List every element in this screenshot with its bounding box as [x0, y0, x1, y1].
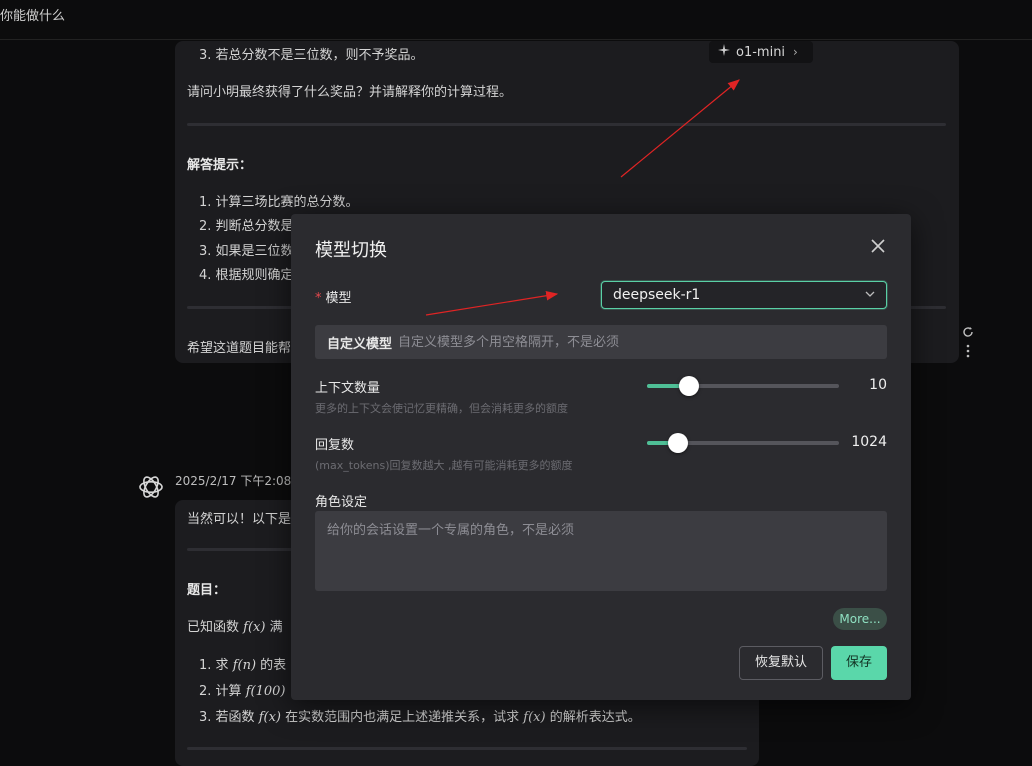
question-text: 请问小明最终获得了什么奖品？并请解释你的计算过程。 [187, 85, 513, 100]
custom-model-field[interactable]: 自定义模型 [315, 325, 887, 359]
step-3: 3. 如果是三位数 [199, 244, 294, 259]
slider-handle[interactable] [679, 376, 700, 396]
question-3: 3. 若函数 f(x) 在实数范围内也满足上述递推关系，试求 f(x) 的解析表… [199, 710, 641, 725]
dialog-title: 模型切换 [315, 240, 387, 261]
custom-model-label: 自定义模型 [327, 336, 393, 352]
step-1: 1. 计算三场比赛的总分数。 [199, 195, 359, 210]
model-select-value: deepseek-r1 [613, 287, 701, 303]
given-text: 已知函数 f(x) 满 [187, 620, 283, 635]
sparkle-icon [718, 44, 730, 60]
reset-default-button[interactable]: 恢复默认 [739, 646, 823, 680]
reply-value: 1024 [851, 434, 887, 450]
divider [187, 747, 747, 750]
reply-slider[interactable] [647, 433, 839, 453]
assistant-avatar-icon [136, 472, 166, 502]
chevron-down-icon [864, 288, 876, 300]
divider [187, 123, 946, 126]
top-bar: 你能做什么 [0, 0, 1032, 40]
closing-text: 希望这道题目能帮 [187, 341, 292, 356]
reply-label: 回复数 [315, 438, 355, 453]
question-2: 2. 计算 f(100) [199, 684, 286, 699]
role-textarea[interactable] [315, 511, 887, 591]
rule-3: 3. 若总分数不是三位数，则不予奖品。 [199, 48, 424, 63]
role-label: 角色设定 [315, 495, 368, 510]
save-button[interactable]: 保存 [831, 646, 887, 680]
close-icon[interactable] [868, 236, 888, 256]
intro-text: 当然可以！以下是 [187, 512, 292, 527]
model-chip[interactable]: o1-mini › [709, 41, 813, 63]
model-chip-label: o1-mini [736, 44, 786, 60]
question-1: 1. 求 f(n) 的表 [199, 658, 287, 673]
more-vertical-icon[interactable] [962, 344, 974, 362]
hint-title: 解答提示： [187, 158, 253, 173]
custom-model-input[interactable] [398, 334, 839, 350]
context-hint: 更多的上下文会使记忆更精确，但会消耗更多的额度 [315, 402, 568, 415]
reply-hint: (max_tokens)回复数越大 ,越有可能消耗更多的额度 [315, 459, 573, 472]
step-2: 2. 判断总分数是 [199, 219, 294, 234]
step-4: 4. 根据规则确定 [199, 268, 294, 283]
conversation-title: 你能做什么 [0, 9, 66, 24]
problem-title: 题目： [187, 583, 227, 598]
model-switch-dialog: 模型切换 *模型 deepseek-r1 自定义模型 上下文数量 更多的上下文会… [291, 214, 911, 700]
slider-handle[interactable] [667, 433, 688, 453]
context-slider[interactable] [647, 376, 839, 396]
chevron-right-icon: › [793, 45, 798, 59]
message-timestamp: 2025/2/17 下午2:08:3 [175, 474, 303, 488]
message-actions [962, 326, 974, 362]
context-value: 10 [869, 377, 887, 393]
model-select[interactable]: deepseek-r1 [601, 281, 887, 309]
context-label: 上下文数量 [315, 381, 381, 396]
refresh-icon[interactable] [962, 326, 974, 342]
more-button[interactable]: More... [833, 608, 887, 630]
model-label: * 模型 [315, 291, 352, 306]
